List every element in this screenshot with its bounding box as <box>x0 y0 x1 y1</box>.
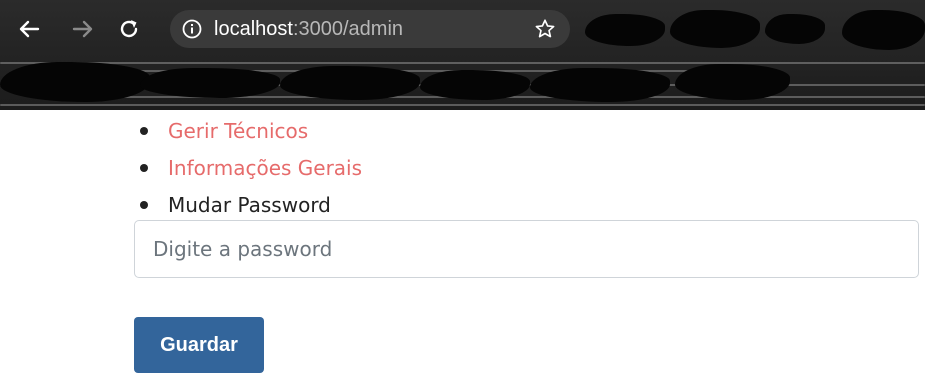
info-icon[interactable] <box>182 19 202 39</box>
informacoes-gerais-link[interactable]: Informações Gerais <box>168 156 362 180</box>
redaction-mark <box>0 62 150 102</box>
redaction-mark <box>670 10 760 48</box>
forward-button[interactable] <box>68 14 98 44</box>
admin-menu: Gerir Técnicos Informações Gerais Mudar … <box>132 116 362 227</box>
chrome-streak <box>0 104 925 106</box>
redaction-mark <box>280 66 420 100</box>
redaction-mark <box>585 14 665 46</box>
menu-item-gerir-tecnicos: Gerir Técnicos <box>132 116 362 153</box>
redaction-mark <box>530 68 670 102</box>
bullet-icon <box>140 201 148 209</box>
back-arrow-icon <box>19 20 40 38</box>
admin-content: Gerir Técnicos Informações Gerais Mudar … <box>0 110 925 374</box>
redaction-mark <box>842 10 925 50</box>
redaction-mark <box>765 14 825 44</box>
password-input[interactable] <box>134 220 919 278</box>
menu-item-informacoes-gerais: Informações Gerais <box>132 153 362 190</box>
redaction-mark <box>420 70 530 100</box>
bullet-icon <box>140 164 148 172</box>
save-button[interactable]: Guardar <box>134 317 264 373</box>
back-button[interactable] <box>14 14 44 44</box>
mudar-password-label: Mudar Password <box>168 193 331 217</box>
reload-icon <box>120 20 138 38</box>
redaction-mark <box>675 64 790 100</box>
address-bar[interactable]: localhost:3000/admin <box>170 10 570 48</box>
url-host: localhost <box>214 18 293 40</box>
url-path: :3000/admin <box>292 18 404 40</box>
forward-arrow-icon <box>72 20 93 38</box>
bullet-icon <box>140 127 148 135</box>
star-icon[interactable] <box>534 18 556 40</box>
chrome-streak <box>0 62 925 64</box>
gerir-tecnicos-link[interactable]: Gerir Técnicos <box>168 119 308 143</box>
redaction-mark <box>140 68 280 98</box>
url-text[interactable]: localhost:3000/admin <box>214 17 403 41</box>
browser-chrome: localhost:3000/admin <box>0 0 925 110</box>
reload-button[interactable] <box>114 14 144 44</box>
